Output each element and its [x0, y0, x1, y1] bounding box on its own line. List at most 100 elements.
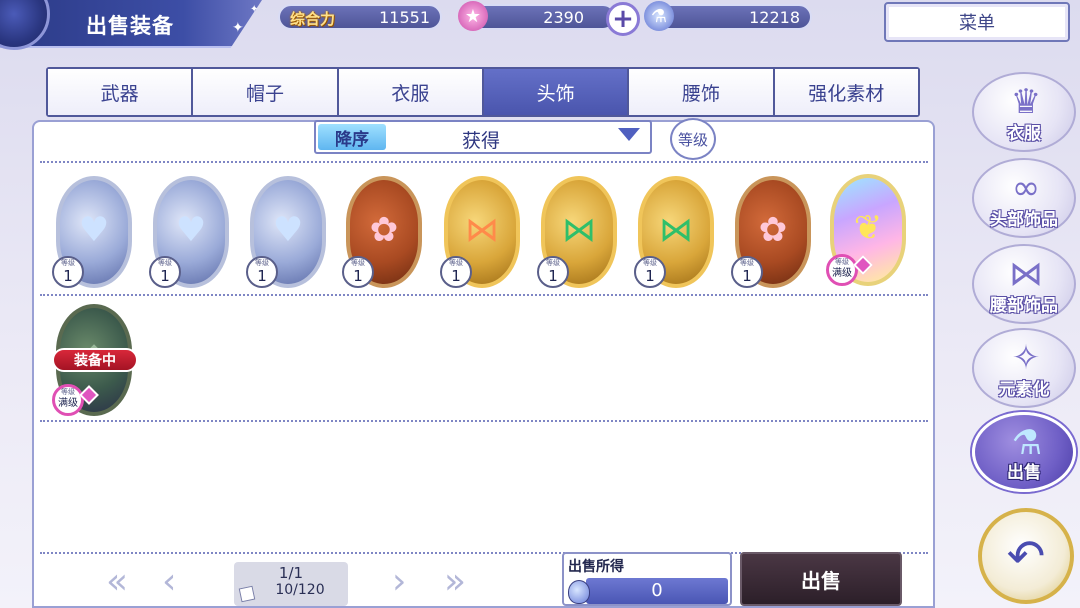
chevron-down-icon: [618, 128, 640, 141]
level-badge: 等级 1: [634, 256, 666, 288]
level-value: 1: [257, 267, 267, 285]
row-divider: [40, 420, 928, 422]
sort-criteria: 获得: [462, 130, 501, 152]
level-badge: 等级 1: [342, 256, 374, 288]
glasses-icon: ∞: [1011, 168, 1041, 208]
butterfly-wings-icon: ❦: [853, 208, 883, 248]
sparkle-icon: ✦: [232, 20, 244, 36]
add-stars-button[interactable]: +: [606, 2, 640, 36]
proceeds-label: 出售所得: [568, 559, 624, 575]
tab-clothes[interactable]: 衣服: [338, 69, 484, 115]
back-button[interactable]: ↶: [978, 508, 1074, 604]
tab-weapons[interactable]: 武器: [48, 69, 194, 115]
level-value: 1: [451, 267, 461, 285]
bow-icon: ⋈: [1009, 254, 1043, 294]
star-currency-icon: ★: [458, 1, 488, 31]
level-value: 1: [742, 267, 752, 285]
ribbon-earrings-icon: ⋈: [659, 210, 693, 250]
level-caption: 等级: [835, 258, 849, 266]
level-value: 满级: [58, 398, 78, 409]
level-sort-button[interactable]: 等级: [670, 118, 716, 160]
heart-necklace-icon: ♥: [175, 210, 207, 250]
first-page-icon[interactable]: «: [106, 562, 128, 602]
page-number: 1/1: [278, 564, 304, 582]
potion-currency-icon: [568, 580, 590, 604]
heart-necklace-icon: ♥: [78, 210, 110, 250]
dress-icon: ♛: [1010, 82, 1042, 122]
level-badge: 等级 1: [246, 256, 278, 288]
stars-value: 2390: [543, 8, 584, 27]
level-value: 1: [63, 267, 73, 285]
level-badge: 等级 1: [149, 256, 181, 288]
sale-proceeds: 出售所得 0: [562, 552, 732, 606]
item-card[interactable]: ♥ 等级 1: [149, 174, 233, 292]
level-badge: 等级 满级: [826, 254, 858, 286]
side-nav-waist-accessories[interactable]: ⋈ 腰部饰品: [972, 244, 1076, 324]
inventory-capacity: 10/120: [275, 582, 325, 598]
level-value: 1: [645, 267, 655, 285]
level-badge: 等级 满级: [52, 384, 84, 416]
side-nav-label: 头部饰品: [990, 210, 1058, 230]
tab-waist[interactable]: 腰饰: [629, 69, 775, 115]
item-card[interactable]: ❦ 等级 满级: [826, 172, 910, 290]
item-card[interactable]: ⋈ 等级 1: [440, 174, 524, 292]
next-page-icon[interactable]: ›: [392, 562, 406, 602]
level-value: 1: [548, 267, 558, 285]
side-nav-clothes[interactable]: ♛ 衣服: [972, 72, 1076, 152]
level-badge: 等级 1: [440, 256, 472, 288]
proceeds-value: 0: [586, 578, 728, 604]
level-value: 满级: [832, 268, 852, 279]
level-caption: 等级: [61, 388, 75, 396]
side-nav-label: 腰部饰品: [990, 296, 1058, 316]
ribbon-earrings-icon: ⋈: [562, 210, 596, 250]
page-indicator: 1/1 10/120: [234, 562, 348, 606]
potions-bar: 12218: [652, 4, 812, 30]
flower-hairpin-icon: ✿: [758, 210, 788, 250]
equipped-tag: 装备中: [52, 348, 138, 372]
item-card[interactable]: ♥ 等级 1: [246, 174, 330, 292]
sort-order-toggle[interactable]: 降序: [318, 124, 386, 150]
level-badge: 等级 1: [731, 256, 763, 288]
potion-bottles-icon: ⚗: [1011, 423, 1043, 463]
stars-bar: 2390: [470, 4, 616, 30]
item-card[interactable]: ⋈ 等级 1: [634, 174, 718, 292]
level-badge: 等级 1: [537, 256, 569, 288]
potions-value: 12218: [749, 8, 800, 27]
category-tabs: 武器 帽子 衣服 头饰 腰饰 强化素材: [46, 67, 920, 117]
heart-necklace-icon: ♥: [272, 210, 304, 250]
ribbon-earrings-icon: ⋈: [465, 210, 499, 250]
tab-headwear[interactable]: 头饰: [483, 69, 630, 115]
power-label: 综合力: [290, 10, 336, 28]
tab-hats[interactable]: 帽子: [193, 69, 339, 115]
side-nav-label: 元素化: [998, 380, 1050, 400]
level-value: 1: [160, 267, 170, 285]
power-value: 11551: [379, 8, 430, 27]
item-card[interactable]: ✿ 等级 1: [731, 174, 815, 292]
item-card[interactable]: ⋈ 等级 1: [537, 174, 621, 292]
level-value: 1: [353, 267, 363, 285]
sell-button[interactable]: 出售: [740, 552, 902, 606]
flower-hairpin-icon: ✿: [369, 210, 399, 250]
sort-dropdown[interactable]: 降序 获得: [314, 120, 652, 154]
item-card[interactable]: ♥ 等级 1: [52, 174, 136, 292]
last-page-icon[interactable]: »: [444, 562, 466, 602]
level-badge: 等级 1: [52, 256, 84, 288]
tab-materials[interactable]: 强化素材: [774, 69, 918, 115]
side-nav-head-accessories[interactable]: ∞ 头部饰品: [972, 158, 1076, 238]
side-nav-sell[interactable]: ⚗ 出售: [972, 412, 1076, 492]
prev-page-icon[interactable]: ‹: [162, 562, 176, 602]
side-nav-label: 衣服: [1007, 124, 1041, 144]
potion-currency-icon: ⚗: [644, 1, 674, 31]
return-arrow-icon: ↶: [1006, 529, 1046, 583]
sparkle-icon: ✦: [250, 4, 259, 15]
power-bar: 综合力 11551: [278, 4, 442, 30]
crystal-icon: ✧: [1011, 338, 1041, 378]
page-title: 出售装备: [86, 14, 174, 38]
menu-button[interactable]: 菜单: [884, 2, 1070, 42]
item-card[interactable]: ✿ 等级 1: [342, 174, 426, 292]
side-nav-label: 出售: [1007, 463, 1041, 483]
side-nav-elementalize[interactable]: ✧ 元素化: [972, 328, 1076, 408]
card-icon: [238, 585, 256, 603]
row-divider: [40, 294, 928, 296]
row-divider: [40, 161, 928, 163]
